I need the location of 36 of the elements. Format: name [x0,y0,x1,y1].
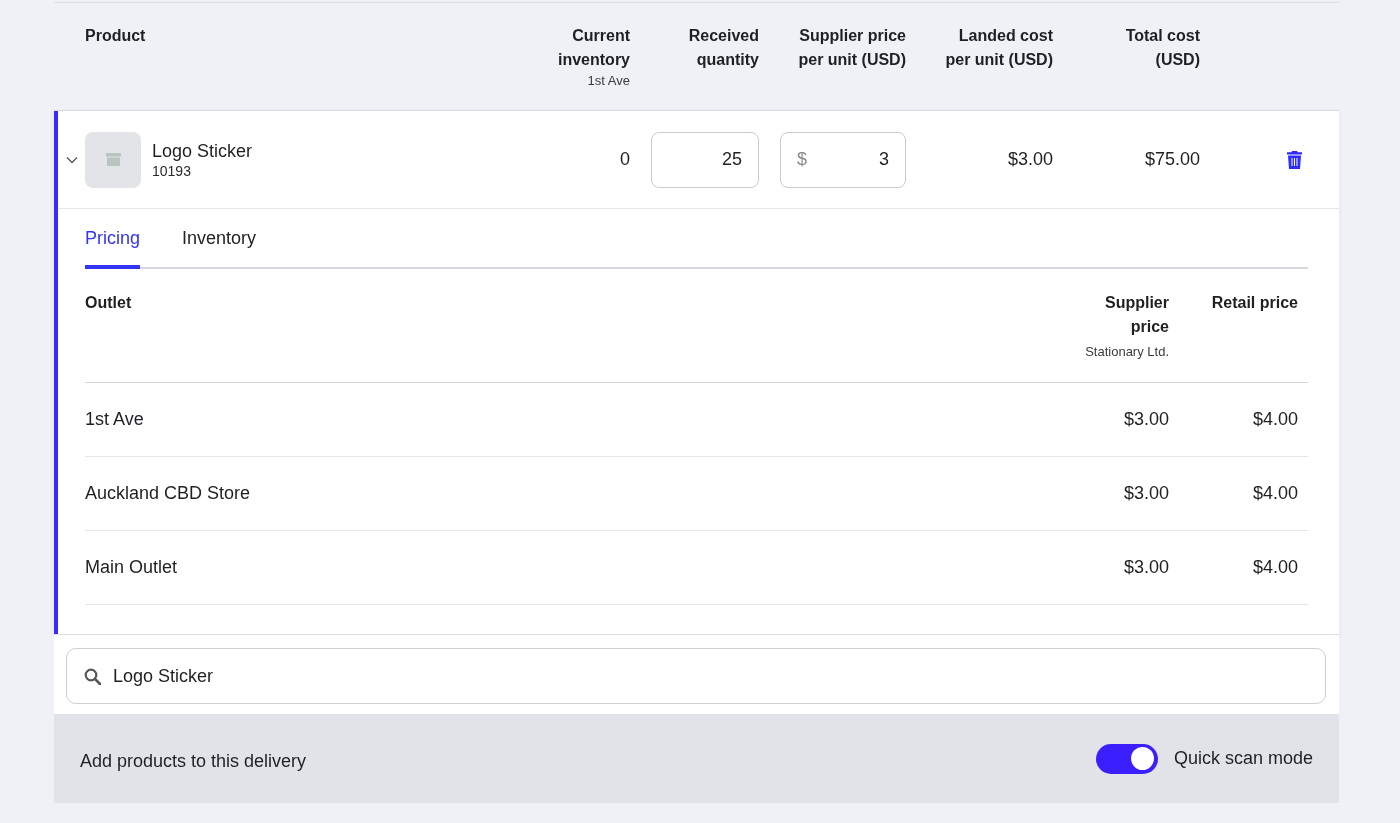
supplier-price: $3.00 [1122,482,1169,505]
product-sku: 10193 [152,161,192,180]
search-icon [84,667,101,685]
column-header: Total cost (USD) [1124,26,1200,70]
supplier-price: $3.00 [1122,408,1169,431]
product-name: Logo Sticker [152,139,253,162]
retail-price: $4.00 [1251,482,1298,505]
toggle-label: Quick scan mode [1173,747,1313,770]
column-subheader: Stationary Ltd. [1085,343,1169,361]
column-header: Retail price [1211,293,1298,313]
outlet-name: Main Outlet [85,556,179,579]
column-header: Received quantity [687,26,759,70]
landed-cost: $3.00 [1006,148,1053,171]
column-header: Landed cost per unit (USD) [944,26,1053,70]
tab[interactable]: Pricing [85,209,141,269]
outlet-name: 1st Ave [85,408,145,431]
outlet-name: Auckland CBD Store [85,482,252,505]
tab[interactable]: Inventory [182,209,257,269]
column-header: Supplier price per unit (USD) [797,26,906,70]
retail-price: $4.00 [1251,556,1298,579]
trash-icon[interactable] [1287,150,1302,169]
retail-price: $4.00 [1251,408,1298,431]
toggle-switch[interactable] [1095,743,1158,774]
column-header: Current inventory [557,26,630,70]
footer-label: Add products to this delivery [80,750,307,773]
price-input[interactable]: $ 3 [780,131,906,188]
total-cost: $75.00 [1143,148,1200,171]
search-field[interactable]: Logo Sticker [66,648,1326,704]
column-header: Product [85,26,146,46]
column-header: Supplier price [1104,293,1169,337]
column-header: Outlet [85,293,132,313]
supplier-price: $3.00 [1122,556,1169,579]
column-subheader: 1st Ave [587,72,630,90]
box-icon [85,131,141,188]
quantity-input[interactable]: 25 [651,131,759,188]
inventory-count: 0 [619,148,630,171]
